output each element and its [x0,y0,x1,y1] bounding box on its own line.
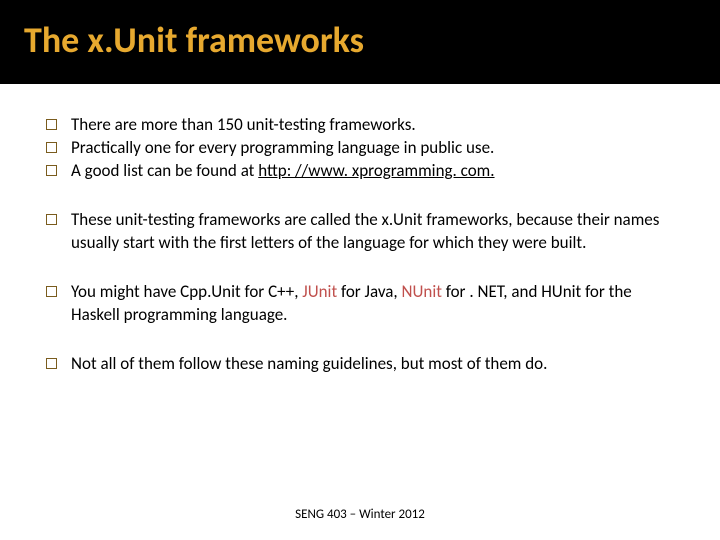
square-bullet-icon [46,286,57,297]
bullet-text: You might have Cpp.Unit for C++, JUnit f… [71,281,674,327]
slide-content: There are more than 150 unit-testing fra… [0,84,720,376]
bullet-text: Not all of them follow these naming guid… [71,353,674,376]
bullet-text: A good list can be found at http: //www.… [71,160,674,183]
bullet-item: Not all of them follow these naming guid… [46,353,674,376]
text-segment: There are more than 150 unit-testing fra… [71,114,416,135]
bullet-item: These unit-testing frameworks are called… [46,209,674,255]
slide-footer: SENG 403 – Winter 2012 [0,507,720,522]
bullet-item: There are more than 150 unit-testing fra… [46,114,674,137]
text-segment: A good list can be found at [71,160,258,181]
bullet-group: There are more than 150 unit-testing fra… [46,114,674,183]
bullet-group: These unit-testing frameworks are called… [46,209,674,255]
bullet-item: A good list can be found at http: //www.… [46,160,674,183]
bullet-item: Practically one for every programming la… [46,137,674,160]
square-bullet-icon [46,358,57,369]
accent-text: NUnit [402,281,442,302]
text-segment: Practically one for every programming la… [71,137,494,158]
link-text[interactable]: http: //www. xprogramming. com. [258,160,494,181]
accent-text: JUnit [302,281,337,302]
slide-title: The x.Unit frameworks [24,18,720,62]
square-bullet-icon [46,119,57,130]
bullet-group: You might have Cpp.Unit for C++, JUnit f… [46,281,674,327]
text-segment: for Java, [337,281,401,302]
bullet-text: Practically one for every programming la… [71,137,674,160]
square-bullet-icon [46,214,57,225]
text-segment: Not all of them follow these naming guid… [71,353,547,374]
text-segment: These unit-testing frameworks are called… [71,209,659,253]
square-bullet-icon [46,142,57,153]
square-bullet-icon [46,165,57,176]
bullet-group: Not all of them follow these naming guid… [46,353,674,376]
title-bar: The x.Unit frameworks [0,0,720,84]
bullet-text: There are more than 150 unit-testing fra… [71,114,674,137]
bullet-text: These unit-testing frameworks are called… [71,209,674,255]
bullet-item: You might have Cpp.Unit for C++, JUnit f… [46,281,674,327]
text-segment: You might have Cpp.Unit for C++, [71,281,302,302]
